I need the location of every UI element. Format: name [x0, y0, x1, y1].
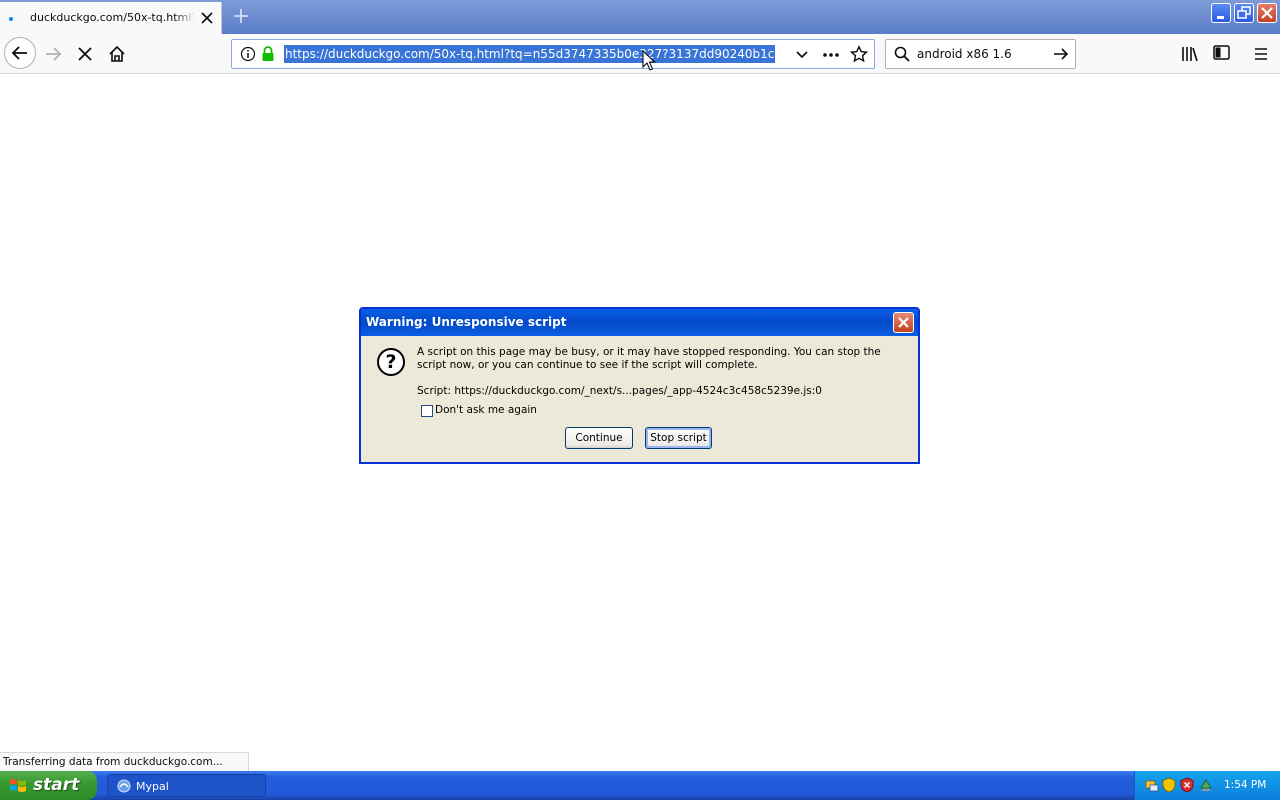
forward-arrow-icon [46, 47, 62, 61]
taskbar-item-label: Mypal [136, 780, 169, 793]
taskbar-item-mypal[interactable]: Mypal [107, 774, 266, 797]
system-tray: 1:54 PM [1134, 771, 1280, 800]
search-go-arrow-icon[interactable] [1052, 46, 1070, 62]
dialog-title: Warning: Unresponsive script [366, 315, 567, 329]
restore-icon [1237, 6, 1251, 19]
dialog-title-bar[interactable]: Warning: Unresponsive script [361, 309, 918, 336]
close-icon [1261, 7, 1273, 19]
home-button[interactable] [102, 39, 132, 69]
dont-ask-checkbox[interactable] [421, 405, 433, 417]
back-arrow-icon [11, 46, 27, 60]
minimize-icon [1217, 16, 1224, 19]
search-bar[interactable]: android x86 1.6 [885, 39, 1076, 69]
close-tab-icon[interactable] [199, 10, 215, 26]
network-icon[interactable] [1144, 777, 1160, 793]
dont-ask-label[interactable]: Don't ask me again [435, 404, 537, 416]
stop-loading-button[interactable] [70, 39, 100, 69]
new-tab-icon[interactable] [231, 6, 251, 26]
back-button[interactable] [4, 37, 36, 69]
taskbar: start Mypal 1:54 PM [0, 771, 1280, 800]
tab-strip: duckduckgo.com/50x-tq.html?tq=n55d374733… [0, 0, 1280, 34]
search-input[interactable]: android x86 1.6 [917, 47, 1012, 61]
alert-shield-icon[interactable] [1180, 777, 1194, 793]
library-icon[interactable] [1180, 45, 1200, 63]
dialog-body: ? A script on this page may be busy, or … [361, 336, 918, 462]
home-icon [109, 45, 125, 62]
loading-indicator-icon [9, 17, 13, 21]
status-text: Transferring data from duckduckgo.com... [0, 752, 249, 771]
address-bar[interactable]: https://duckduckgo.com/50x-tq.html?tq=n5… [231, 39, 875, 71]
stop-icon [78, 47, 92, 61]
tab-title-fade [174, 2, 196, 32]
continue-button[interactable]: Continue [565, 427, 633, 449]
unresponsive-script-dialog: Warning: Unresponsive script ? A script … [359, 307, 920, 464]
windows-flag-icon [10, 779, 26, 792]
bookmark-star-icon[interactable] [850, 45, 868, 63]
close-window-button[interactable] [1257, 3, 1277, 23]
forward-button[interactable] [38, 39, 68, 69]
url-text[interactable]: https://duckduckgo.com/50x-tq.html?tq=n5… [284, 45, 776, 63]
page-actions-icon[interactable] [822, 47, 840, 63]
navigation-toolbar: https://duckduckgo.com/50x-tq.html?tq=n5… [0, 34, 1280, 74]
sidebar-icon[interactable] [1213, 45, 1231, 61]
tab-active[interactable]: duckduckgo.com/50x-tq.html?tq=n55d374733… [0, 2, 222, 34]
hamburger-menu-icon[interactable] [1253, 46, 1269, 62]
security-shield-icon[interactable] [1162, 777, 1176, 793]
stop-script-button[interactable]: Stop script [645, 427, 712, 449]
dialog-close-button[interactable] [893, 312, 914, 333]
start-button[interactable]: start [0, 771, 97, 800]
dialog-message: A script on this page may be busy, or it… [417, 346, 881, 371]
script-location: Script: https://duckduckgo.com/_next/s..… [417, 385, 822, 397]
safely-remove-hardware-icon[interactable] [1198, 777, 1214, 793]
restore-button[interactable] [1234, 3, 1254, 23]
question-icon: ? [377, 348, 405, 376]
start-label: start [33, 775, 80, 795]
minimize-button[interactable] [1211, 3, 1231, 23]
mouse-cursor-icon [642, 50, 656, 71]
secure-lock-icon[interactable] [260, 45, 276, 63]
info-icon[interactable] [240, 46, 256, 62]
mypal-app-icon [117, 779, 131, 793]
tab-title: duckduckgo.com/50x-tq.html?tq=n55d374733… [30, 11, 194, 24]
chevron-down-icon[interactable] [794, 47, 810, 63]
close-icon [898, 317, 909, 328]
search-icon [894, 46, 910, 62]
system-clock: 1:54 PM [1224, 779, 1267, 791]
